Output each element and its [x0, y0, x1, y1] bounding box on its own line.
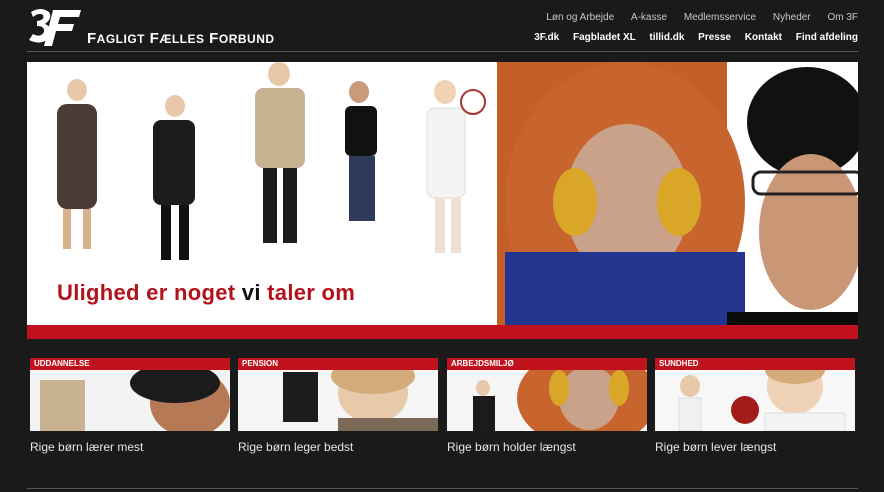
hero-tagline: Ulighed er noget vi taler om	[57, 280, 356, 305]
footer-divider	[27, 488, 858, 489]
card-arbejdsmiljo[interactable]: ARBEJDSMILJØ Rige børn holder længst	[447, 358, 647, 454]
topnav-a-kasse[interactable]: A-kasse	[631, 12, 667, 23]
mainnav-3f-dk[interactable]: 3F.dk	[534, 32, 559, 43]
site-logo[interactable]: FAGLIGT FÆLLES FORBUND	[27, 4, 287, 48]
card-image: PENSION	[238, 358, 438, 431]
3f-logo-icon	[29, 9, 81, 46]
topnav-lon-og-arbejde[interactable]: Løn og Arbejde	[546, 12, 614, 23]
card-sundhed[interactable]: SUNDHED Rige børn lever længst	[655, 358, 855, 454]
card-title[interactable]: Rige børn leger bedst	[238, 440, 438, 454]
card-pension[interactable]: PENSION Rige børn leger bedst	[238, 358, 438, 454]
hero-banner[interactable]: Ulighed er noget vi taler om	[27, 62, 858, 339]
mainnav-find-afdeling[interactable]: Find afdeling	[796, 32, 858, 43]
card-tag: UDDANNELSE	[30, 358, 230, 370]
card-uddannelse[interactable]: UDDANNELSE Rige børn lærer mest	[30, 358, 230, 454]
mainnav-presse[interactable]: Presse	[698, 32, 731, 43]
card-title[interactable]: Rige børn holder længst	[447, 440, 647, 454]
card-tag: PENSION	[238, 358, 438, 370]
topnav-om-3f[interactable]: Om 3F	[827, 12, 858, 23]
mainnav-fagbladet-xl[interactable]: Fagbladet XL	[573, 32, 636, 43]
card-image: UDDANNELSE	[30, 358, 230, 431]
card-title[interactable]: Rige børn lever længst	[655, 440, 855, 454]
mainnav-kontakt[interactable]: Kontakt	[745, 32, 782, 43]
header-divider	[27, 51, 858, 52]
topnav-medlemsservice[interactable]: Medlemsservice	[684, 12, 756, 23]
top-nav: Løn og Arbejde A-kasse Medlemsservice Ny…	[532, 12, 858, 23]
hero-red-bar	[27, 325, 858, 339]
card-image: ARBEJDSMILJØ	[447, 358, 647, 431]
card-title[interactable]: Rige børn lærer mest	[30, 440, 230, 454]
topnav-nyheder[interactable]: Nyheder	[773, 12, 811, 23]
topic-cards: UDDANNELSE Rige børn lærer mest PENSION …	[30, 358, 858, 458]
main-nav: 3F.dk Fagbladet XL tillid.dk Presse Kont…	[523, 32, 858, 43]
card-tag: ARBEJDSMILJØ	[447, 358, 647, 370]
card-tag: SUNDHED	[655, 358, 855, 370]
card-image: SUNDHED	[655, 358, 855, 431]
mainnav-tillid-dk[interactable]: tillid.dk	[649, 32, 684, 43]
brand-name: FAGLIGT FÆLLES FORBUND	[87, 30, 275, 47]
